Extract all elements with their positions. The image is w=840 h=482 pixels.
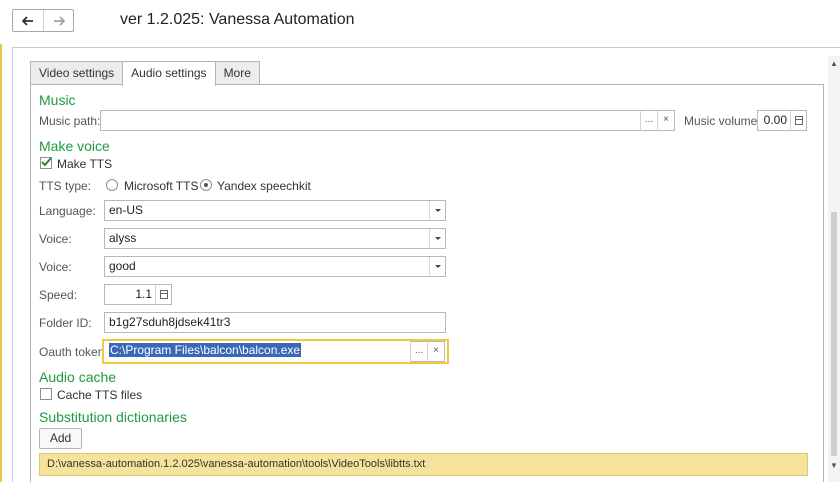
oauth-clear-button[interactable]: × xyxy=(427,341,445,362)
cache-tts-checkbox[interactable] xyxy=(40,388,52,400)
tab-audio-settings[interactable]: Audio settings xyxy=(122,61,216,86)
speed-label: Speed: xyxy=(39,288,78,302)
calculator-icon xyxy=(795,116,803,125)
cache-tts-label: Cache TTS files xyxy=(57,388,143,402)
music-path-label: Music path: xyxy=(39,114,101,128)
arrow-left-icon xyxy=(22,15,33,26)
speed-calc-button[interactable] xyxy=(155,284,172,305)
tab-video-settings[interactable]: Video settings xyxy=(30,61,124,85)
voice-select[interactable]: alyss xyxy=(104,228,446,249)
title-bar: ver 1.2.025: Vanessa Automation xyxy=(0,0,840,44)
make-tts-label: Make TTS xyxy=(57,157,113,171)
make-tts-checkbox[interactable] xyxy=(40,157,52,169)
navigation-buttons xyxy=(12,9,74,32)
tts-microsoft-label: Microsoft TTS xyxy=(124,179,199,193)
music-path-input[interactable] xyxy=(100,110,641,131)
folder-id-input[interactable]: b1g27sduh8jdsek41tr3 xyxy=(104,312,446,333)
speed-input[interactable]: 1.1 xyxy=(104,284,156,305)
voice-label: Voice: xyxy=(39,232,72,246)
voice-emotion-label: Voice: xyxy=(39,260,72,274)
add-dictionary-button[interactable]: Add xyxy=(39,428,82,449)
scroll-down-icon[interactable]: ▼ xyxy=(830,462,838,470)
tab-bar: Video settings Audio settings More xyxy=(30,61,260,86)
arrow-right-icon xyxy=(53,15,65,26)
tts-type-label: TTS type: xyxy=(39,179,92,193)
voice-emotion-select[interactable]: good xyxy=(104,256,446,277)
language-value: en-US xyxy=(109,203,144,217)
tts-microsoft-radio[interactable] xyxy=(106,179,118,191)
chevron-down-icon[interactable] xyxy=(429,229,445,248)
window-left-border xyxy=(0,0,2,482)
oauth-browse-button[interactable]: ... xyxy=(410,341,428,362)
tts-yandex-label: Yandex speechkit xyxy=(217,179,311,193)
tts-yandex-radio[interactable] xyxy=(200,179,212,191)
folder-id-label: Folder ID: xyxy=(39,316,92,330)
tab-more[interactable]: More xyxy=(214,61,260,85)
audio-cache-section-title: Audio cache xyxy=(39,369,117,385)
forward-button[interactable] xyxy=(43,10,73,31)
checkmark-icon xyxy=(41,157,52,167)
substitution-section-title: Substitution dictionaries xyxy=(39,409,187,425)
scroll-up-icon[interactable]: ▲ xyxy=(830,60,838,68)
back-button[interactable] xyxy=(13,10,43,31)
music-volume-calc-button[interactable] xyxy=(790,110,807,131)
oauth-token-input[interactable]: C:\Program Files\balcon\balcon.exe xyxy=(105,341,412,362)
music-volume-label: Music volume: xyxy=(684,114,761,128)
chevron-down-icon[interactable] xyxy=(429,257,445,276)
music-volume-input[interactable]: 0.00 xyxy=(757,110,791,131)
oauth-token-value: C:\Program Files\balcon\balcon.exe xyxy=(109,343,302,357)
music-path-browse-button[interactable]: ... xyxy=(640,110,658,131)
scrollbar-thumb[interactable] xyxy=(831,212,837,456)
window-title: ver 1.2.025: Vanessa Automation xyxy=(120,11,355,28)
voice-emotion-value: good xyxy=(109,259,136,273)
dictionary-list-item[interactable]: D:\vanessa-automation.1.2.025\vanessa-au… xyxy=(39,453,808,476)
calculator-icon xyxy=(160,290,168,299)
music-section-title: Music xyxy=(39,92,76,108)
voice-value: alyss xyxy=(109,231,137,245)
language-label: Language: xyxy=(39,204,96,218)
music-path-clear-button[interactable]: × xyxy=(657,110,675,131)
make-voice-section-title: Make voice xyxy=(39,138,110,154)
chevron-down-icon[interactable] xyxy=(429,201,445,220)
oauth-token-label: Oauth token: xyxy=(39,345,108,359)
vertical-scrollbar[interactable]: ▲ ▼ xyxy=(828,56,840,482)
language-select[interactable]: en-US xyxy=(104,200,446,221)
